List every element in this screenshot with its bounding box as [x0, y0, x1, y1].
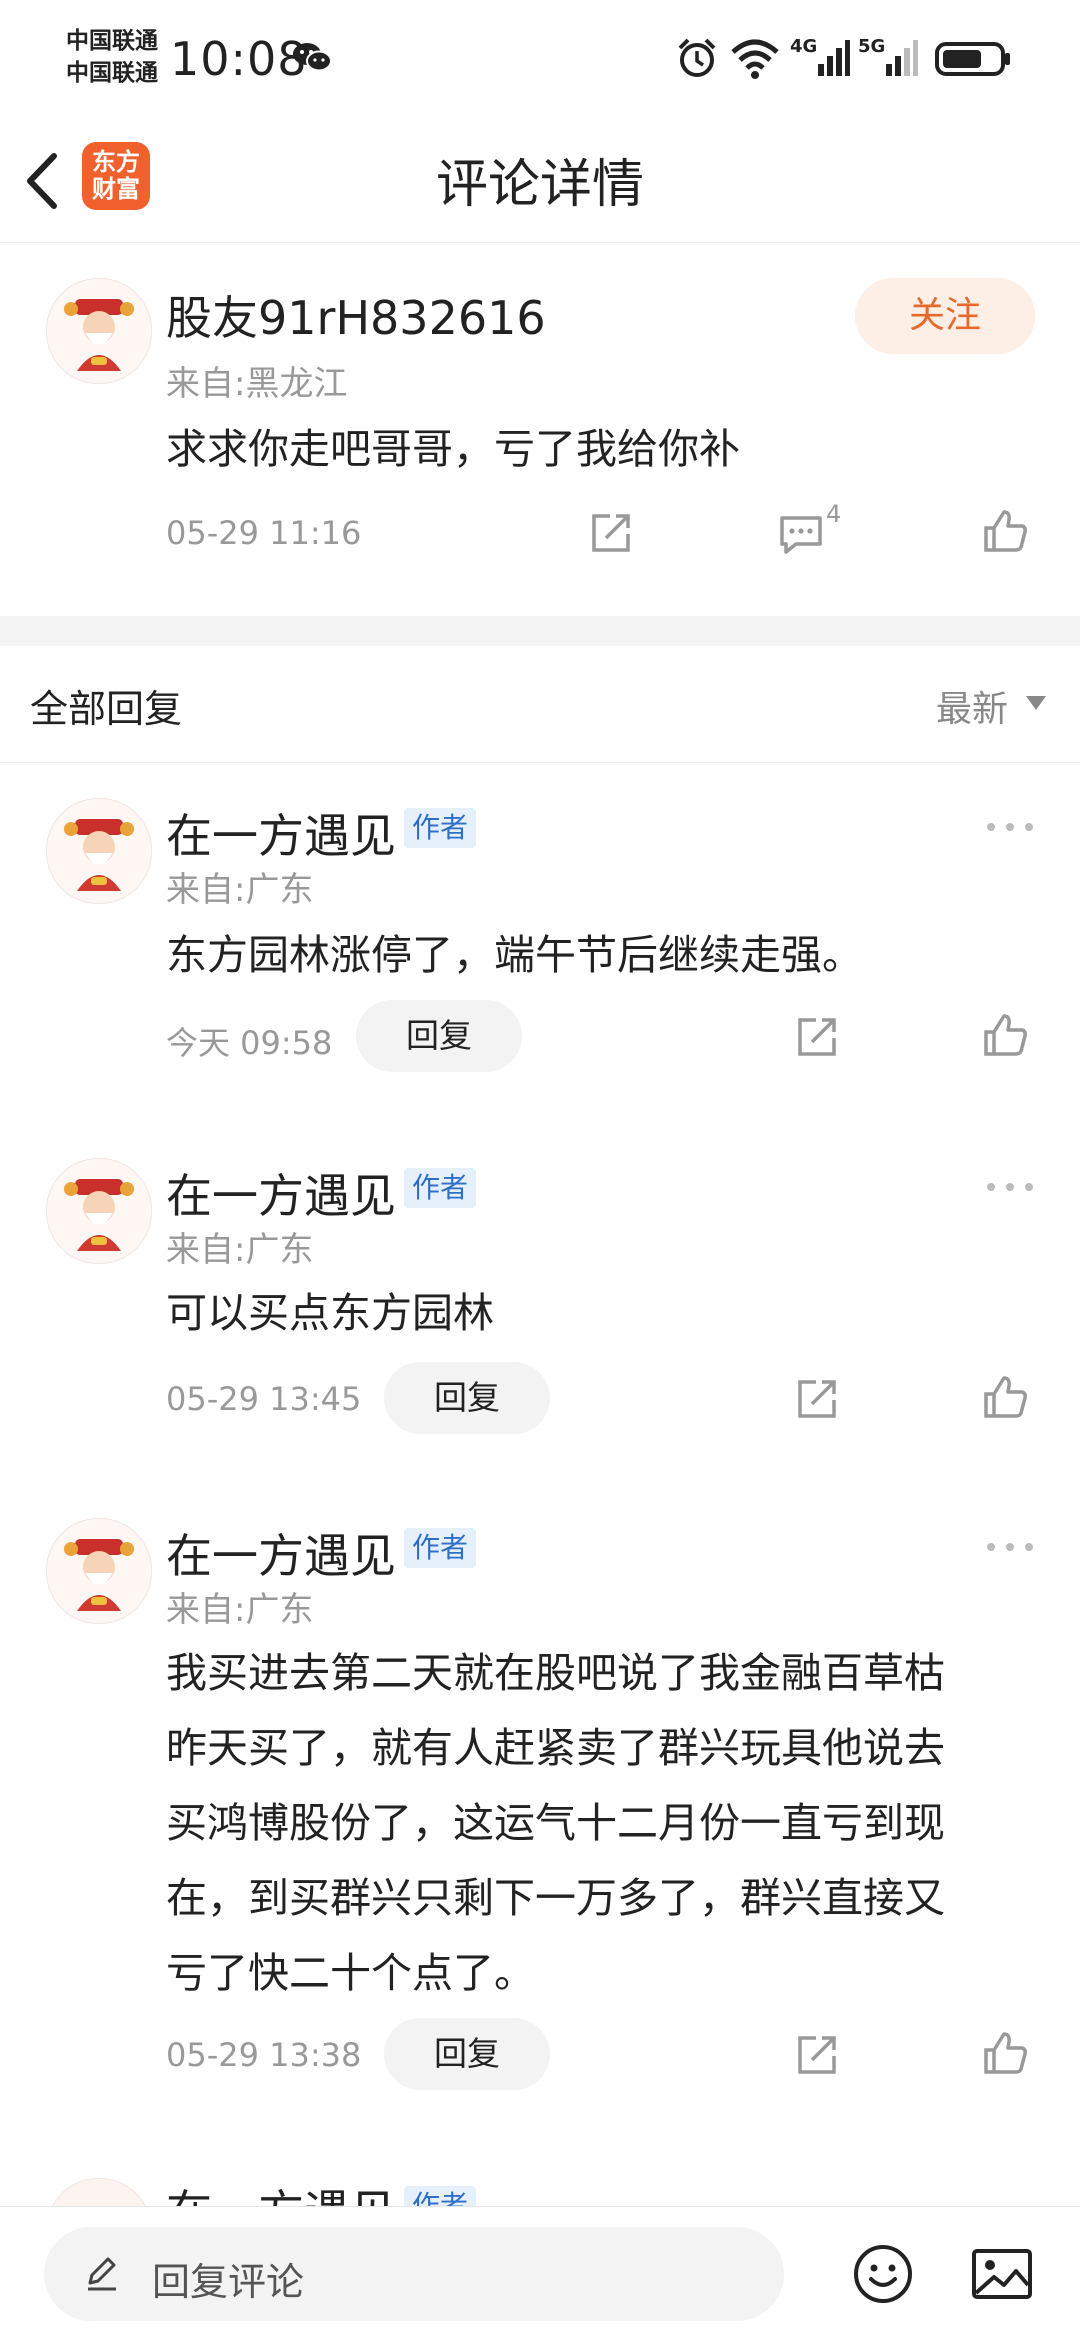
reply-text-line: 亏了快二十个点了。 — [166, 1949, 535, 1997]
author-tag: 作者 — [404, 1528, 477, 1568]
author-tag: 作者 — [404, 1168, 477, 1208]
avatar-fortune-god — [47, 799, 151, 903]
comment-time: 05-29 11:16 — [166, 514, 362, 552]
image-icon[interactable] — [970, 2245, 1034, 2303]
alarm-icon — [678, 38, 716, 77]
replies-title: 全部回复 — [30, 687, 183, 731]
like-icon[interactable] — [980, 1010, 1030, 1060]
like-icon[interactable] — [980, 506, 1030, 556]
app-header: 东方 财富 评论详情 — [0, 120, 1080, 243]
more-icon[interactable] — [986, 1542, 1034, 1552]
reply-time: 今天 09:58 — [166, 1024, 333, 1062]
more-icon[interactable] — [986, 1182, 1034, 1192]
reply-text-line: 在，到买群兴只剩下一万多了，群兴直接又 — [166, 1874, 945, 1922]
author-tag: 作者 — [404, 808, 477, 848]
pen-icon — [88, 2257, 116, 2291]
wechat-icon — [293, 43, 332, 72]
reply-text-line: 买鸿博股份了，这运气十二月份一直亏到现 — [166, 1799, 945, 1847]
comment-icon[interactable] — [776, 508, 826, 558]
more-icon[interactable] — [986, 822, 1034, 832]
chevron-down-icon[interactable] — [1026, 696, 1046, 710]
reply-time: 05-29 13:45 — [166, 1380, 362, 1418]
reply-button[interactable]: 回复 — [384, 1362, 550, 1434]
like-icon[interactable] — [980, 1372, 1030, 1422]
reply-text-line: 我买进去第二天就在股吧说了我金融百草枯 — [166, 1649, 945, 1697]
reply-button[interactable]: 回复 — [356, 1000, 522, 1072]
reply-time: 05-29 13:38 — [166, 2036, 362, 2074]
comment-count: 4 — [826, 500, 842, 528]
avatar[interactable] — [46, 1158, 152, 1264]
reply-text: 可以买点东方园林 — [166, 1289, 494, 1337]
signal-icon — [818, 40, 850, 76]
follow-button[interactable]: 关注 — [855, 278, 1035, 354]
reply-text-line: 昨天买了，就有人赶紧卖了群兴玩具他说去 — [166, 1724, 945, 1772]
avatar-fortune-god — [47, 1519, 151, 1623]
carrier-1: 中国联通 — [66, 28, 158, 54]
avatar-fortune-god — [47, 1159, 151, 1263]
reply-input-placeholder: 回复评论 — [152, 2260, 305, 2304]
emoji-icon[interactable] — [852, 2243, 914, 2305]
reply-button[interactable]: 回复 — [384, 2018, 550, 2090]
share-icon[interactable] — [792, 1012, 842, 1062]
reply-text: 东方园林涨停了，端午节后继续走强。 — [166, 931, 863, 979]
bottom-bar: 回复评论 — [0, 2206, 1080, 2341]
reply-username[interactable]: 在一方遇见 — [166, 1160, 396, 1226]
avatar[interactable] — [46, 798, 152, 904]
avatar[interactable] — [46, 278, 152, 384]
reply-location: 来自:广东 — [166, 1230, 314, 1270]
battery-icon — [935, 42, 1010, 76]
replies-header: 全部回复 最新 — [0, 646, 1080, 763]
comment-location: 来自:黑龙江 — [166, 364, 348, 404]
section-divider — [0, 616, 1080, 646]
share-icon[interactable] — [792, 2030, 842, 2080]
comment-text: 求求你走吧哥哥，亏了我给你补 — [166, 425, 740, 473]
wifi-icon — [731, 39, 779, 79]
reply-location: 来自:广东 — [166, 1590, 314, 1630]
carrier-2: 中国联通 — [66, 60, 158, 86]
comment-username[interactable]: 股友91rH832616 — [166, 282, 546, 348]
share-icon[interactable] — [792, 1374, 842, 1424]
signal-icon — [886, 40, 918, 76]
reply-username[interactable]: 在一方遇见 — [166, 800, 396, 866]
avatar-fortune-god — [47, 279, 151, 383]
status-bar: 中国联通 中国联通 10:08 4G 5G — [0, 0, 1080, 120]
reply-text: 我买进去第二天就在股吧说了我金融百草枯 昨天买了，就有人赶紧卖了群兴玩具他说去 … — [166, 1636, 945, 2011]
like-icon[interactable] — [980, 2028, 1030, 2078]
page-title: 评论详情 — [435, 155, 644, 215]
clock: 10:08 — [170, 32, 308, 86]
reply-location: 来自:广东 — [166, 870, 314, 910]
reply-input[interactable]: 回复评论 — [44, 2227, 784, 2321]
share-icon[interactable] — [586, 508, 636, 558]
reply-username[interactable]: 在一方遇见 — [166, 1520, 396, 1586]
avatar[interactable] — [46, 1518, 152, 1624]
sort-dropdown[interactable]: 最新 — [936, 680, 1008, 732]
